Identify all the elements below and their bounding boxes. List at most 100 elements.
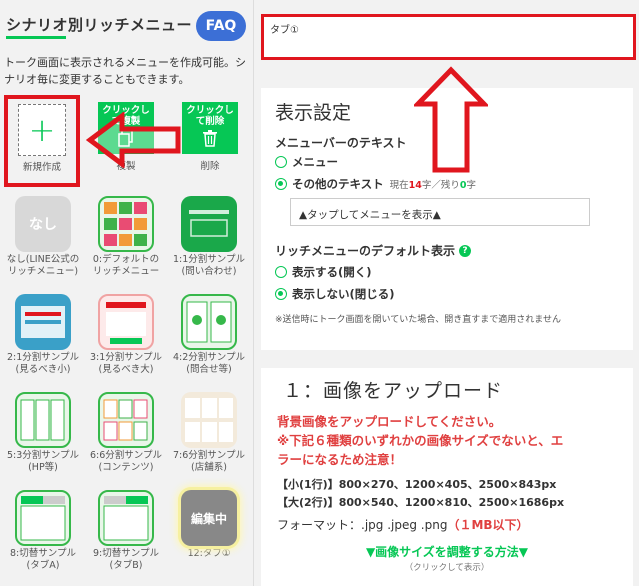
- trash-icon: [203, 130, 217, 147]
- menu-thumbnail: なし: [15, 196, 71, 252]
- menu-thumbnail: [98, 490, 154, 546]
- menu-tile-3split[interactable]: 5:3分割サンプル (HP等): [4, 392, 82, 474]
- format-label: フォーマット：.jpg .jpeg .png: [277, 518, 448, 532]
- thumbnail-image: [106, 302, 146, 344]
- menu-thumbnail: [15, 294, 71, 350]
- upload-warning-2: ※下記６種類のいずれかの画像サイズでないと、エ: [277, 433, 564, 448]
- new-menu-tile[interactable]: + 新規作成: [4, 95, 80, 187]
- menubar-text-label: メニューバーのテキスト: [275, 136, 407, 150]
- radio-button[interactable]: [275, 156, 287, 168]
- upload-heading: １：画像をアップロード: [283, 380, 504, 402]
- menu-tile-switch-b[interactable]: 9:切替サンプル (タブB): [87, 490, 165, 572]
- menu-thumbnail: [98, 392, 154, 448]
- plus-icon: +: [28, 111, 56, 149]
- counter-unit: 字／残り: [421, 180, 460, 191]
- menu-tile-label: 3:1分割サンプル (見るべき大): [89, 352, 162, 375]
- new-menu-placeholder[interactable]: +: [18, 104, 66, 156]
- menu-tile-label: 0:デフォルトの リッチメニュー: [92, 254, 160, 277]
- menu-tile-default[interactable]: 0:デフォルトの リッチメニュー: [87, 196, 165, 278]
- radio-button-selected[interactable]: [275, 288, 287, 300]
- menu-tile-label: 6:6分割サンプル (コンテンツ): [89, 450, 162, 473]
- thumbnail-grid-image: [104, 202, 147, 246]
- sidebar-description: トーク画面に表示されるメニューを作成可能。シナリオ毎に変更することもできます。: [4, 56, 246, 86]
- menubar-text-input[interactable]: ▲タップしてメニューを表示▲: [290, 198, 590, 226]
- red-left-arrow-annotation: [86, 112, 181, 168]
- menu-tile-label: 4:2分割サンプル (問合せ等): [172, 352, 245, 375]
- counter-suffix: 字: [466, 180, 477, 191]
- radio-other-label: その他のテキスト: [292, 177, 384, 191]
- rich-menu-sidebar: シナリオ別リッチメニュー FAQ トーク画面に表示されるメニューを作成可能。シナ…: [0, 0, 253, 586]
- counter-prefix: 現在: [389, 180, 409, 191]
- radio-button-selected[interactable]: [275, 178, 287, 190]
- menu-thumbnail: [181, 196, 237, 252]
- radio-hide-label: 表示しない(閉じる): [292, 287, 395, 301]
- menu-tile-label: なし(LINE公式の リッチメニュー): [6, 254, 80, 277]
- menu-tile-label: 7:6分割サンプル (店舗系): [172, 450, 245, 473]
- tab-name-input[interactable]: タブ①: [261, 14, 636, 60]
- thumbnail-image: [21, 306, 65, 338]
- red-up-arrow-annotation: [414, 66, 488, 173]
- menu-thumbnail: [15, 490, 71, 546]
- menu-tile-1split-small[interactable]: 2:1分割サンプル (見るべき小): [4, 294, 82, 376]
- apply-note: ※送信時にトーク画面を開いていた場合、開き直すまで適用されません: [275, 315, 562, 325]
- menu-tile-1split-inquiry[interactable]: 1:1分割サンプル (問い合わせ): [170, 196, 248, 278]
- thumbnail-image: [186, 301, 232, 343]
- menu-tile-2split[interactable]: 4:2分割サンプル (問合せ等): [170, 294, 248, 376]
- radio-button[interactable]: [275, 266, 287, 278]
- new-menu-label: 新規作成: [22, 162, 61, 173]
- radio-hide[interactable]: 表示しない(閉じる): [275, 286, 395, 302]
- radio-show[interactable]: 表示する(開く): [275, 264, 372, 280]
- menu-tile-label: 5:3分割サンプル (HP等): [6, 450, 79, 473]
- upload-warning-3: ラーになるため注意！: [277, 452, 403, 467]
- menu-tile-none[interactable]: なし なし(LINE公式の リッチメニュー): [4, 196, 82, 278]
- menu-tile-6split-store[interactable]: 7:6分割サンプル (店舗系): [170, 392, 248, 474]
- display-settings-heading: 表示設定: [275, 102, 352, 124]
- sidebar-title: シナリオ別リッチメニュー: [6, 16, 193, 34]
- menu-tile-label: 2:1分割サンプル (見るべき小): [6, 352, 79, 375]
- menu-thumbnail: [98, 196, 154, 252]
- format-size-limit: （１MB以下）: [447, 518, 529, 532]
- radio-menu[interactable]: メニュー: [275, 154, 338, 170]
- radio-show-label: 表示する(開く): [292, 265, 372, 279]
- thumbnail-image: [20, 399, 65, 441]
- adjust-size-hint: （クリックして表示）: [404, 563, 490, 573]
- menu-tile-6split-content[interactable]: 6:6分割サンプル (コンテンツ): [87, 392, 165, 474]
- menu-tile-switch-a[interactable]: 8:切替サンプル (タブA): [4, 490, 82, 572]
- menu-tile-1split-large[interactable]: 3:1分割サンプル (見るべき大): [87, 294, 165, 376]
- delete-button-label: クリックして削除: [186, 105, 234, 127]
- help-icon[interactable]: ?: [459, 244, 472, 257]
- default-display-row: リッチメニューのデフォルト表示 ?: [275, 242, 472, 259]
- menu-tile-label: 1:1分割サンプル (問い合わせ): [172, 254, 245, 277]
- large-size-list: 【大(2行)】800×540、1200×810、2500×1686px: [277, 496, 565, 509]
- menu-tile-label: 12:タブ①: [187, 548, 231, 559]
- char-counter: 現在14字／残り0字: [390, 177, 476, 191]
- thumbnail-image: [185, 398, 233, 442]
- thumbnail-image: [103, 399, 148, 441]
- thumbnail-image: [20, 496, 66, 541]
- thumbnail-image: [103, 496, 149, 541]
- faq-button[interactable]: FAQ: [196, 11, 246, 41]
- menu-tile-label: 8:切替サンプル (タブA): [10, 548, 76, 571]
- image-upload-card: １：画像をアップロード 背景画像をアップロードしてください。 ※下記６種類のいず…: [261, 368, 633, 586]
- menu-tile-tab1-editing[interactable]: 編集中 12:タブ①: [170, 490, 248, 560]
- format-row: フォーマット：.jpg .jpeg .png（１MB以下）: [277, 516, 529, 533]
- radio-menu-label: メニュー: [292, 155, 338, 169]
- menu-thumbnail: [181, 294, 237, 350]
- thumbnail-image: [189, 210, 229, 237]
- default-display-label: リッチメニューのデフォルト表示: [275, 244, 456, 258]
- menu-thumbnail: [98, 294, 154, 350]
- delete-label: 削除: [200, 161, 220, 172]
- delete-button[interactable]: クリックして削除: [182, 102, 238, 154]
- menu-thumbnail: [181, 392, 237, 448]
- menu-thumbnail: [15, 392, 71, 448]
- counter-remaining: 0: [459, 180, 467, 191]
- upload-warning-1: 背景画像をアップロードしてください。: [277, 414, 502, 429]
- adjust-size-link[interactable]: ▼画像サイズを調整する方法▼: [261, 543, 633, 560]
- editing-thumbnail: 編集中: [181, 490, 237, 546]
- small-size-list: 【小(1行)】800×270、1200×405、2500×843px: [277, 478, 557, 491]
- menu-tile-label: 9:切替サンプル (タブB): [93, 548, 159, 571]
- counter-current: 14: [408, 180, 422, 191]
- menu-editor-panel: タブ① 表示設定 メニューバーのテキスト メニュー その他のテキスト 現在14字…: [253, 0, 639, 586]
- title-underline: [6, 36, 66, 39]
- radio-other-text[interactable]: その他のテキスト 現在14字／残り0字: [275, 176, 476, 192]
